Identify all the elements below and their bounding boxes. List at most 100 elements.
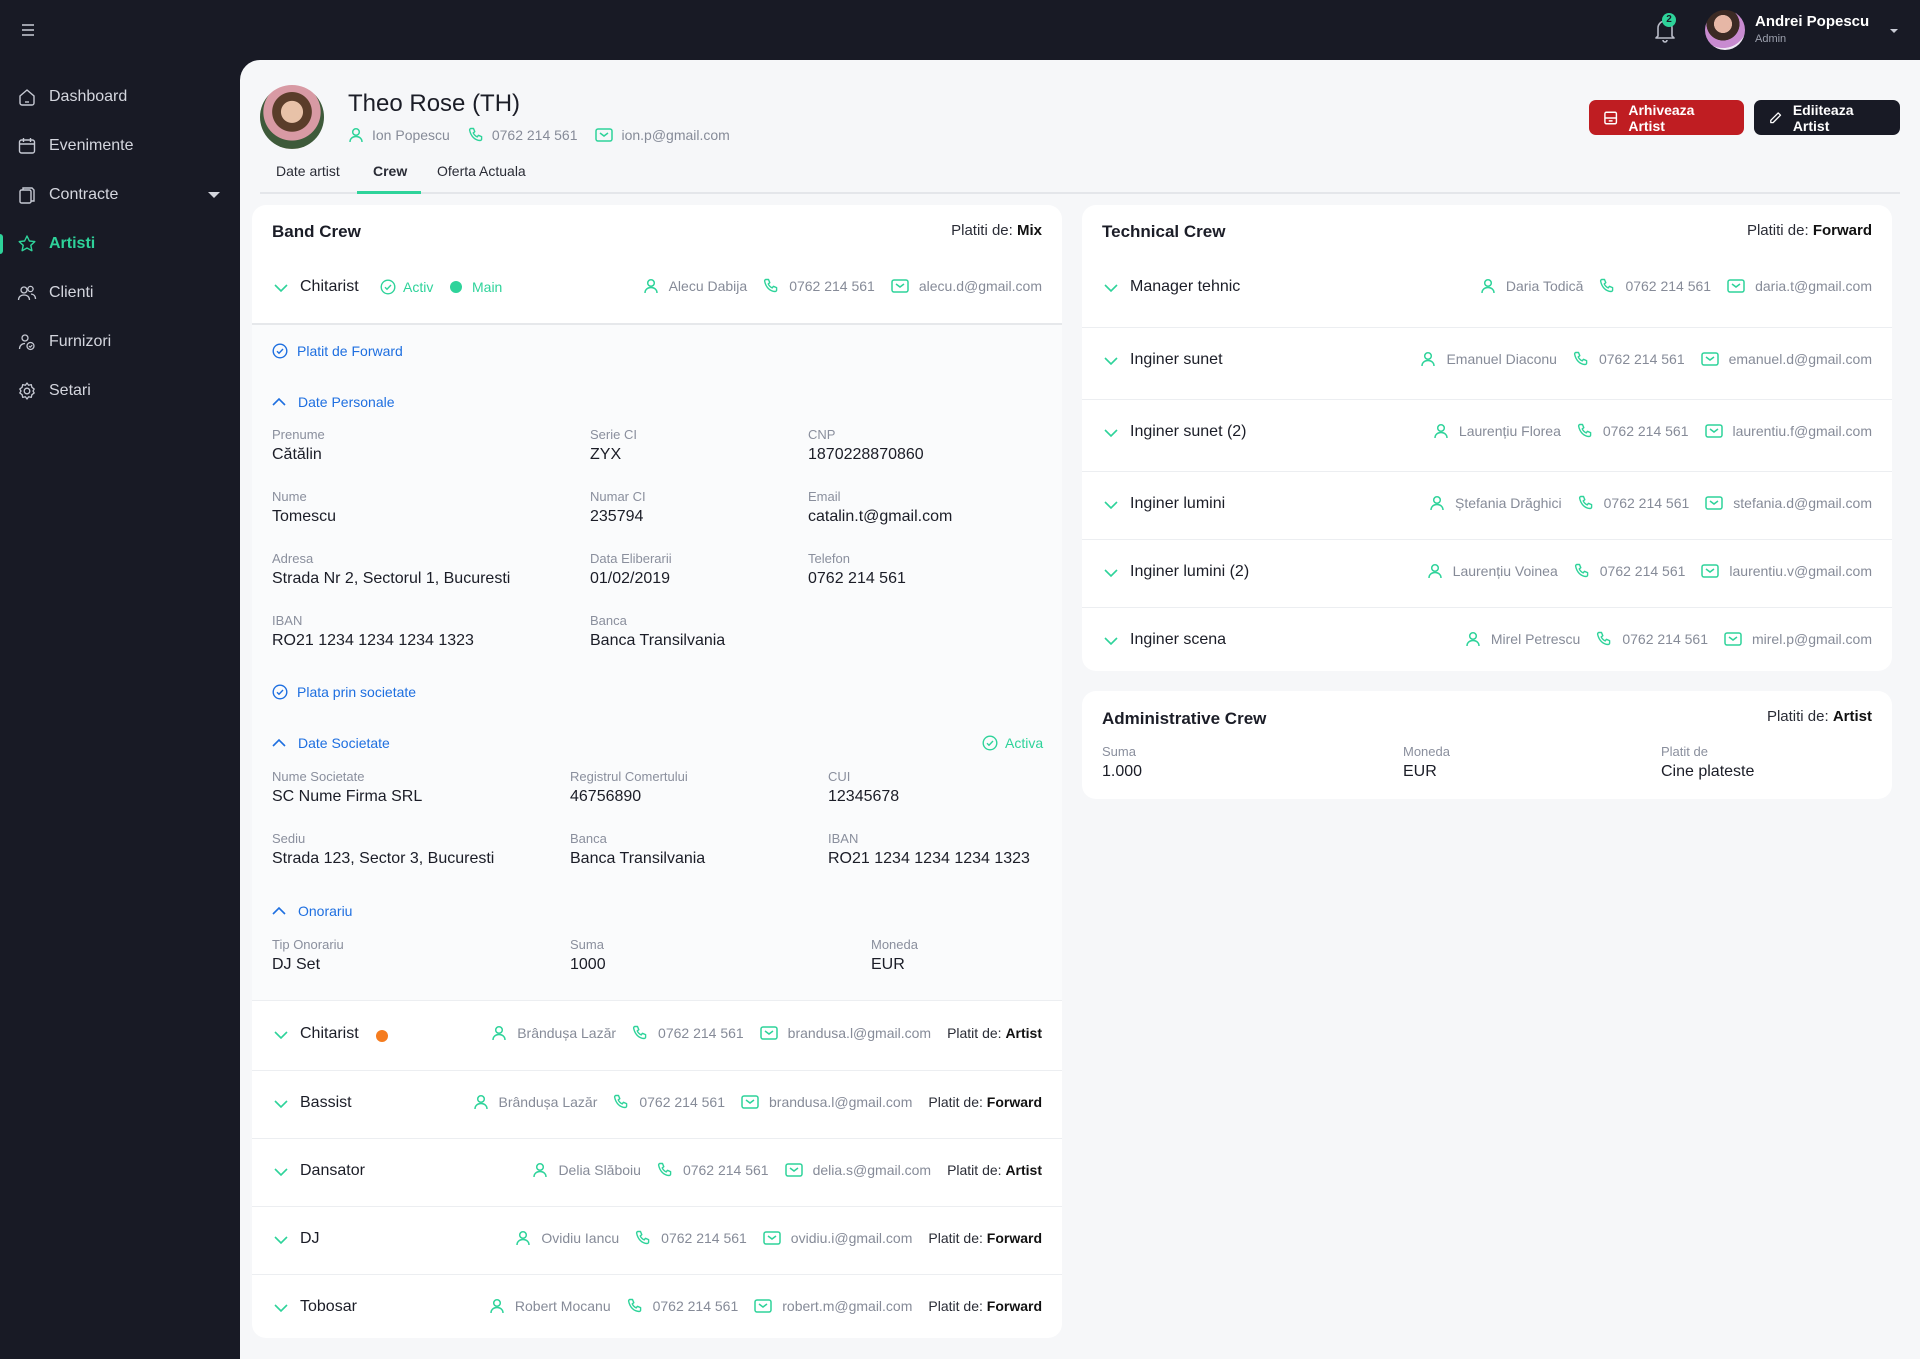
administrative-crew-card: Administrative Crew Platiti de: Artist S… bbox=[1082, 691, 1892, 799]
field-value: catalin.t@gmail.com bbox=[808, 508, 953, 525]
mail-icon bbox=[1701, 564, 1719, 578]
paid-by-note: Platit de Forward bbox=[297, 343, 403, 359]
crew-role: Dansator bbox=[300, 1162, 365, 1179]
field-label: Suma bbox=[570, 937, 604, 952]
crew-row[interactable]: DJ Ovidiu Iancu 0762 214 561 ovidiu.i@gm… bbox=[252, 1206, 1062, 1274]
plata-prin-societate-toggle[interactable]: Plata prin societate bbox=[272, 684, 416, 700]
field-label: CNP bbox=[808, 427, 836, 442]
crew-row[interactable]: Inginer sunet Emanuel Diaconu 0762 214 5… bbox=[1082, 327, 1892, 395]
chevron-down-icon[interactable] bbox=[274, 1303, 288, 1313]
company-status-label: Activa bbox=[1005, 735, 1044, 751]
tab-crew[interactable]: Crew bbox=[373, 163, 407, 194]
field-numar-ci: Numar CI 235794 bbox=[590, 489, 646, 526]
user-icon bbox=[1427, 563, 1443, 579]
crew-email-value[interactable]: emanuel.d@gmail.com bbox=[1729, 351, 1872, 367]
crew-email-value[interactable]: delia.s@gmail.com bbox=[813, 1162, 931, 1178]
crew-row[interactable]: Bassist Brândușa Lazăr 0762 214 561 bran… bbox=[252, 1070, 1062, 1138]
user-icon bbox=[643, 278, 659, 294]
section-title: Date Societate bbox=[298, 735, 390, 751]
crew-email-value[interactable]: ovidiu.i@gmail.com bbox=[791, 1230, 913, 1246]
crew-contact: Mirel Petrescu 0762 214 561 mirel.p@gmai… bbox=[1449, 631, 1872, 647]
crew-row[interactable]: Dansator Delia Slăboiu 0762 214 561 deli… bbox=[252, 1138, 1062, 1206]
crew-email-value[interactable]: alecu.d@gmail.com bbox=[919, 278, 1042, 294]
chevron-down-icon[interactable] bbox=[274, 1167, 288, 1177]
payer-label: Platiti de: bbox=[1746, 222, 1809, 239]
user-menu-caret-icon[interactable] bbox=[1890, 29, 1898, 33]
menu-icon[interactable] bbox=[20, 20, 36, 40]
crew-row[interactable]: Tobosar Robert Mocanu 0762 214 561 rober… bbox=[252, 1274, 1062, 1342]
crew-email-value[interactable]: laurentiu.f@gmail.com bbox=[1733, 423, 1873, 439]
sidebar-item-clienti[interactable]: Clienti bbox=[0, 273, 240, 313]
chevron-down-icon[interactable] bbox=[274, 1099, 288, 1109]
chevron-down-icon[interactable] bbox=[208, 192, 220, 198]
field-label: Banca bbox=[590, 613, 627, 628]
paid-by-value: Artist bbox=[1005, 1162, 1042, 1178]
crew-email-value[interactable]: mirel.p@gmail.com bbox=[1752, 631, 1872, 647]
user-avatar[interactable] bbox=[1705, 10, 1745, 50]
crew-person: Laurențiu Florea bbox=[1433, 423, 1561, 439]
crew-email-value[interactable]: brandusa.l@gmail.com bbox=[788, 1025, 931, 1041]
sidebar-item-furnizori[interactable]: Furnizori bbox=[0, 322, 240, 362]
crew-email: brandusa.l@gmail.com bbox=[741, 1094, 912, 1110]
crew-email-value[interactable]: stefania.d@gmail.com bbox=[1733, 495, 1872, 511]
field-value: 12345678 bbox=[828, 788, 900, 805]
artist-email-value[interactable]: ion.p@gmail.com bbox=[621, 127, 729, 143]
crew-row-expanded[interactable]: Chitarist Activ Main Alecu Dabija 0762 2… bbox=[252, 255, 1062, 323]
phone-icon bbox=[632, 1025, 648, 1041]
paid-by-label: Platit de: bbox=[947, 1025, 1002, 1041]
crew-contact: Robert Mocanu 0762 214 561 robert.m@gmai… bbox=[473, 1298, 1042, 1314]
sidebar-item-artisti[interactable]: Artisti bbox=[0, 224, 240, 264]
crew-row[interactable]: Inginer scena Mirel Petrescu 0762 214 56… bbox=[1082, 607, 1892, 675]
sidebar-item-evenimente[interactable]: Evenimente bbox=[0, 126, 240, 166]
crew-row[interactable]: Inginer lumini Ștefania Drăghici 0762 21… bbox=[1082, 471, 1892, 539]
field-label: Telefon bbox=[808, 551, 850, 566]
onorariu-toggle[interactable]: Onorariu bbox=[272, 903, 352, 919]
tab-oferta-actuala[interactable]: Oferta Actuala bbox=[437, 163, 526, 194]
chevron-down-icon[interactable] bbox=[274, 1030, 288, 1040]
chevron-down-icon[interactable] bbox=[1104, 500, 1118, 510]
date-personale-toggle[interactable]: Date Personale bbox=[272, 394, 395, 410]
payer-label: Platiti de: bbox=[951, 222, 1013, 239]
chevron-down-icon[interactable] bbox=[274, 1235, 288, 1245]
crew-phone: 0762 214 561 bbox=[613, 1094, 725, 1110]
paid-by-label: Platit de: bbox=[928, 1230, 983, 1246]
date-societate-toggle[interactable]: Date Societate bbox=[272, 735, 390, 751]
field-value: SC Nume Firma SRL bbox=[272, 788, 423, 805]
crew-row[interactable]: Manager tehnic Daria Todică 0762 214 561… bbox=[1082, 255, 1892, 323]
sidebar-item-setari[interactable]: Setari bbox=[0, 371, 240, 411]
payer-value: Forward bbox=[1812, 222, 1872, 239]
crew-row[interactable]: Inginer sunet (2) Laurențiu Florea 0762 … bbox=[1082, 399, 1892, 467]
archive-icon bbox=[1604, 111, 1618, 124]
crew-role: Inginer scena bbox=[1130, 631, 1227, 648]
chevron-down-icon[interactable] bbox=[274, 283, 288, 293]
field-label: Registrul Comertului bbox=[570, 769, 688, 784]
crew-phone: 0762 214 561 bbox=[1573, 351, 1685, 367]
chevron-down-icon[interactable] bbox=[1104, 636, 1118, 646]
paid-by-forward-toggle[interactable]: Platit de Forward bbox=[272, 343, 403, 359]
field-value: DJ Set bbox=[272, 956, 321, 973]
chevron-down-icon[interactable] bbox=[1104, 568, 1118, 578]
crew-email-value[interactable]: brandusa.l@gmail.com bbox=[769, 1094, 912, 1110]
sidebar-item-dashboard[interactable]: Dashboard bbox=[0, 77, 240, 117]
crew-email-value[interactable]: laurentiu.v@gmail.com bbox=[1729, 563, 1872, 579]
sidebar-item-contracte[interactable]: Contracte bbox=[0, 175, 240, 215]
crew-row[interactable]: Chitarist Brândușa Lazăr 0762 214 561 br… bbox=[252, 1002, 1062, 1070]
chevron-down-icon[interactable] bbox=[1104, 283, 1118, 293]
crew-name: Robert Mocanu bbox=[514, 1298, 611, 1314]
archive-artist-button[interactable]: Arhiveaza Artist bbox=[1589, 100, 1744, 135]
payer-label: Platiti de: bbox=[1766, 708, 1829, 725]
edit-artist-button[interactable]: Ediiteaza Artist bbox=[1754, 100, 1900, 135]
mail-icon bbox=[741, 1095, 759, 1109]
crew-email-value[interactable]: robert.m@gmail.com bbox=[782, 1298, 912, 1314]
chevron-down-icon[interactable] bbox=[1104, 428, 1118, 438]
main-content: Theo Rose (TH) Ion Popescu 0762 214 561 … bbox=[240, 60, 1920, 1359]
technical-crew-payer: Platiti de: Forward bbox=[1747, 222, 1872, 239]
crew-email-value[interactable]: daria.t@gmail.com bbox=[1755, 278, 1872, 294]
supplier-icon bbox=[17, 332, 37, 352]
tab-date-artist[interactable]: Date artist bbox=[276, 163, 340, 194]
chevron-down-icon[interactable] bbox=[1104, 356, 1118, 366]
field-label: Nume Societate bbox=[272, 769, 365, 784]
top-bar: 2 Andrei Popescu Admin bbox=[0, 0, 1920, 60]
crew-row[interactable]: Inginer lumini (2) Laurențiu Voinea 0762… bbox=[1082, 539, 1892, 607]
crew-contact: Ștefania Drăghici 0762 214 561 stefania.… bbox=[1413, 495, 1872, 511]
